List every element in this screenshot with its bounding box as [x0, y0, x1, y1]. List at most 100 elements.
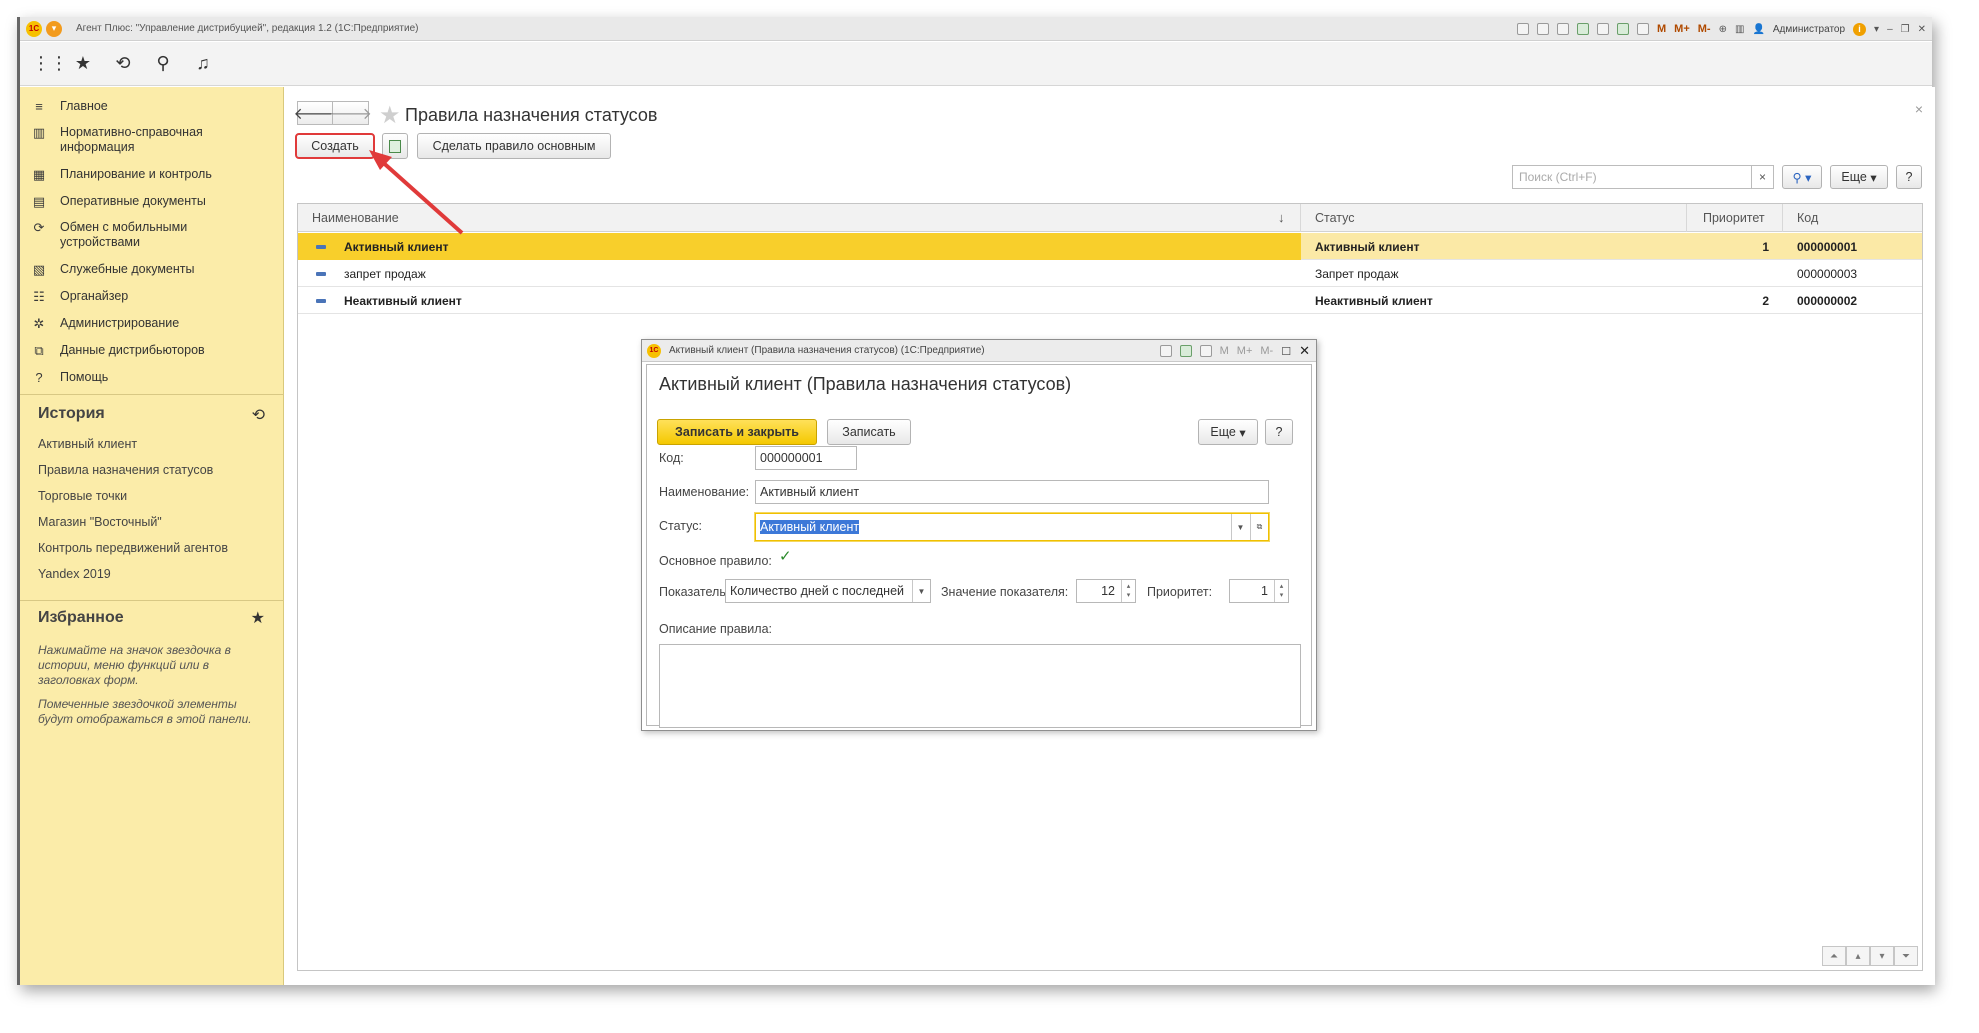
column-name[interactable]: Наименование [298, 204, 1301, 232]
cell-priority[interactable] [1687, 260, 1783, 287]
cell-name[interactable]: Активный клиент [298, 233, 1301, 260]
copy-item-button[interactable] [382, 133, 408, 159]
sidebar-item[interactable]: ☷ Органайзер [20, 289, 270, 304]
cell-status[interactable]: Неактивный клиент [1301, 287, 1687, 314]
zoom-icon[interactable]: ⊕ [1719, 24, 1727, 35]
copy-icon[interactable] [1597, 23, 1609, 35]
cell-code[interactable]: 000000001 [1783, 233, 1924, 260]
back-button[interactable]: 🡐 [294, 101, 336, 125]
calendar-icon[interactable] [1199, 345, 1212, 357]
history-item[interactable]: Магазин "Восточный" [38, 515, 162, 529]
history-item[interactable]: Правила назначения статусов [38, 463, 213, 477]
1c-logo-icon[interactable]: 1С [26, 20, 42, 37]
save-close-button[interactable]: Записать и закрыть [657, 419, 817, 445]
calendar-icon[interactable] [1637, 23, 1649, 35]
table-row[interactable]: Активный клиент Активный клиент 1 000000001 [298, 233, 1922, 260]
dropdown-icon[interactable]: ▼ [912, 580, 930, 602]
search-icon[interactable]: ⚲ [152, 53, 174, 74]
user-name[interactable]: Администратор [1773, 24, 1845, 35]
close-icon[interactable]: ✕ [1918, 24, 1926, 35]
cell-code[interactable]: 000000003 [1783, 260, 1924, 287]
indicator-value-field[interactable]: 12 ▴ ▾ [1076, 579, 1136, 603]
sidebar-item[interactable]: ▦ Планирование и контроль [20, 167, 270, 182]
table-row[interactable]: запрет продаж Запрет продаж 000000003 [298, 260, 1922, 287]
star-icon[interactable]: ★ [72, 53, 94, 74]
memory-minus-button[interactable]: M- [1698, 23, 1711, 35]
favorite-star-icon[interactable]: ★ [379, 101, 401, 130]
history-icon[interactable]: ⟲ [252, 405, 265, 425]
spreadsheet-icon[interactable] [1617, 23, 1629, 35]
sidebar-item[interactable]: ⟳ Обмен с мобильными устройствами [20, 220, 270, 250]
bell-icon[interactable]: ♫ [192, 53, 214, 74]
priority-field[interactable]: 1 ▴ ▾ [1229, 579, 1289, 603]
history-item[interactable]: Торговые точки [38, 489, 127, 503]
status-field[interactable]: Активный клиент ▼ ⧉ [755, 513, 1269, 541]
close-icon[interactable]: × [1915, 101, 1923, 117]
save-button[interactable]: Записать [827, 419, 911, 445]
more-button[interactable]: Еще ▾ [1198, 419, 1258, 445]
spinner-icon[interactable]: ▴ ▾ [1274, 580, 1288, 602]
restore-icon[interactable]: ❐ [1901, 24, 1910, 35]
scroll-top-icon[interactable]: ⏶ [1822, 946, 1846, 966]
column-code[interactable]: Код [1783, 204, 1924, 232]
sidebar-item[interactable]: ▥ Нормативно-справочная информация [20, 125, 270, 155]
close-icon[interactable]: ✕ [1299, 343, 1310, 359]
history-item[interactable]: Yandex 2019 [38, 567, 111, 581]
history-item[interactable]: Активный клиент [38, 437, 137, 451]
history-icon[interactable]: ⟲ [112, 53, 134, 74]
info-icon[interactable]: i [1853, 22, 1867, 36]
maximize-icon[interactable]: ☐ [1281, 345, 1291, 358]
save-icon[interactable] [1517, 23, 1529, 35]
memory-plus-button[interactable]: M+ [1674, 23, 1690, 35]
cell-code[interactable]: 000000002 [1783, 287, 1924, 314]
panels-icon[interactable]: ▥ [1735, 24, 1744, 35]
cell-priority[interactable]: 1 [1687, 233, 1783, 260]
chevron-down-icon[interactable]: ▾ [1874, 24, 1879, 35]
forward-button[interactable]: 🡒 [329, 101, 372, 125]
apps-grid-icon[interactable]: ⋮⋮ [32, 53, 68, 74]
name-field[interactable]: Активный клиент [755, 480, 1269, 504]
make-main-button[interactable]: Сделать правило основным [417, 133, 611, 159]
sidebar-item[interactable]: ✲ Администрирование [20, 316, 270, 331]
cell-priority[interactable]: 2 [1687, 287, 1783, 314]
help-button[interactable]: ? [1896, 165, 1922, 189]
sidebar-item[interactable]: ≡ Главное [20, 99, 270, 114]
sidebar-item[interactable]: ▧ Служебные документы [20, 262, 270, 277]
sidebar-item[interactable]: ? Помощь [20, 370, 270, 385]
dropdown-icon[interactable]: ▼ [1231, 514, 1249, 540]
cell-status[interactable]: Активный клиент [1301, 233, 1687, 260]
code-field[interactable]: 000000001 [755, 446, 857, 470]
attach-icon[interactable] [1159, 345, 1172, 357]
print-icon[interactable] [1537, 23, 1549, 35]
cell-status[interactable]: Запрет продаж [1301, 260, 1687, 287]
scroll-up-icon[interactable]: ▴ [1846, 946, 1870, 966]
search-input[interactable]: Поиск (Ctrl+F) [1512, 165, 1752, 189]
link-icon[interactable] [1577, 23, 1589, 35]
cell-name[interactable]: Неактивный клиент [298, 287, 1301, 314]
main-menu-icon[interactable]: ▾ [46, 20, 62, 37]
sidebar-item[interactable]: ▤ Оперативные документы [20, 194, 270, 209]
column-priority[interactable]: Приоритет [1687, 204, 1783, 232]
star-icon[interactable]: ★ [251, 608, 265, 628]
create-button[interactable]: Создать [295, 133, 375, 159]
sort-arrow-icon[interactable]: ↓ [1278, 210, 1285, 225]
memory-minus-button[interactable]: M- [1260, 345, 1273, 357]
search-button[interactable]: ⚲ ▾ [1782, 165, 1822, 189]
column-status[interactable]: Статус [1301, 204, 1687, 232]
history-item[interactable]: Контроль передвижений агентов [38, 541, 228, 555]
spinner-icon[interactable]: ▴ ▾ [1121, 580, 1135, 602]
scroll-bottom-icon[interactable]: ⏷ [1894, 946, 1918, 966]
minimize-icon[interactable]: – [1887, 24, 1893, 35]
attach-icon[interactable] [1557, 23, 1569, 35]
sidebar-item[interactable]: ⧉ Данные дистрибьюторов [20, 343, 270, 358]
main-rule-checkbox[interactable]: ✓ [779, 549, 793, 565]
more-button[interactable]: Еще ▾ [1830, 165, 1888, 189]
scroll-down-icon[interactable]: ▾ [1870, 946, 1894, 966]
memory-plus-button[interactable]: M+ [1237, 345, 1253, 357]
memory-m-button[interactable]: M [1657, 23, 1666, 35]
search-clear-icon[interactable]: × [1752, 165, 1774, 189]
cell-name[interactable]: запрет продаж [298, 260, 1301, 287]
description-textarea[interactable] [659, 644, 1301, 728]
open-icon[interactable]: ⧉ [1250, 514, 1268, 540]
table-row[interactable]: Неактивный клиент Неактивный клиент 2 00000… [298, 287, 1922, 314]
